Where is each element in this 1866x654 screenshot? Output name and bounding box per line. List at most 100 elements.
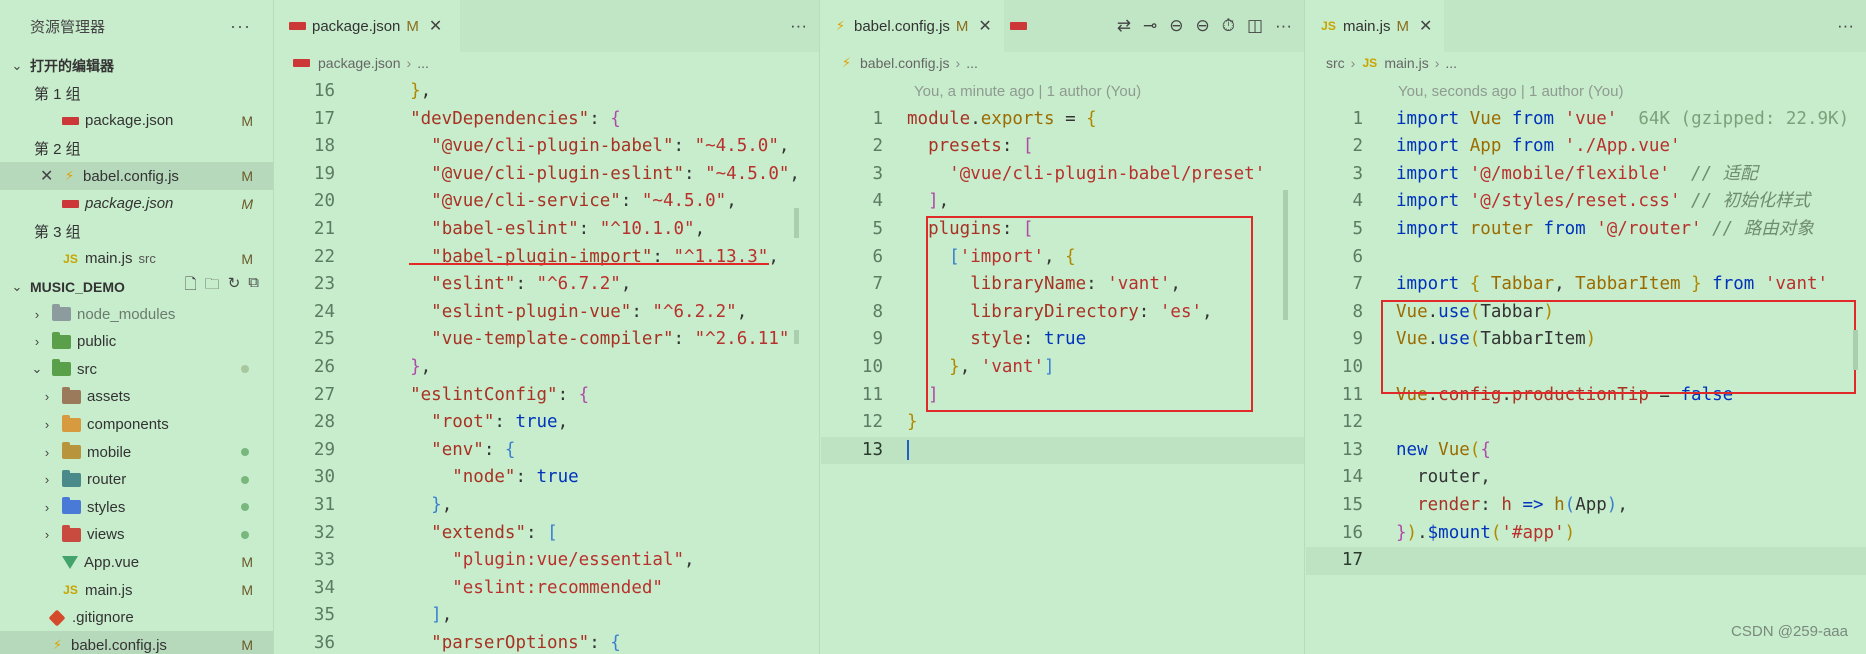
breadcrumb: ⚡ babel.config.js › ... bbox=[821, 52, 1304, 74]
tab-bar: JS main.js M ✕ ··· bbox=[1306, 0, 1866, 52]
project-header[interactable]: ⌄ MUSIC_DEMO 🗋 🗀 ↻ ⧉ bbox=[0, 273, 273, 301]
code-line: 33 "plugin:vue/essential", bbox=[313, 550, 695, 571]
open-editor-package-json[interactable]: package.json M bbox=[0, 107, 273, 135]
tree-item-gitignore[interactable]: .gitignore bbox=[0, 604, 273, 632]
tab-babel-config[interactable]: ⚡ babel.config.js M ✕ bbox=[821, 0, 1004, 52]
code-line: 16 }, bbox=[313, 81, 432, 101]
code-line: 8 Vue.use(Tabbar) bbox=[1352, 301, 1555, 322]
code-line: 31 }, bbox=[313, 494, 453, 515]
change-dot bbox=[241, 475, 249, 484]
close-icon[interactable]: ✕ bbox=[40, 166, 62, 186]
tree-item-node-modules[interactable]: › node_modules bbox=[0, 300, 273, 328]
scrollbar[interactable] bbox=[1853, 330, 1858, 370]
explorer-more-icon[interactable]: ··· bbox=[230, 16, 251, 37]
new-file-icon[interactable]: 🗋 bbox=[185, 274, 197, 299]
npm-icon bbox=[289, 22, 306, 30]
code-line: 32 "extends": [ bbox=[313, 522, 558, 543]
code-line: 10 bbox=[1341, 356, 1363, 377]
explorer-title: 资源管理器 bbox=[30, 18, 106, 36]
refresh-icon[interactable]: ↻ bbox=[228, 274, 241, 299]
js-icon: JS bbox=[1362, 56, 1378, 70]
babel-icon: ⚡ bbox=[841, 55, 852, 70]
code-line: 28 "root": true, bbox=[313, 412, 569, 433]
tree-item-components[interactable]: › components bbox=[0, 411, 273, 439]
tree-item-router[interactable]: › router bbox=[0, 466, 273, 494]
compare-changes-icon[interactable]: ⇄ bbox=[1117, 16, 1131, 36]
open-editor-babel-config[interactable]: ✕ ⚡ babel.config.js M bbox=[0, 162, 273, 190]
import-cost-hint: 64K (gzipped: 22.9K) bbox=[1638, 108, 1850, 129]
tree-item-src[interactable]: ⌄ src bbox=[0, 356, 273, 384]
close-icon[interactable]: ✕ bbox=[978, 16, 991, 36]
code-line: 19 "@vue/cli-plugin-eslint": "~4.5.0", bbox=[313, 163, 800, 184]
code-editor[interactable]: You, seconds ago | 1 author (You) 1 impor… bbox=[1306, 78, 1866, 575]
codelens-blame[interactable]: You, a minute ago | 1 author (You) bbox=[821, 78, 1304, 106]
project-title: MUSIC_DEMO bbox=[30, 278, 125, 295]
js-icon: JS bbox=[63, 583, 78, 598]
close-icon[interactable]: ✕ bbox=[429, 16, 442, 36]
previous-change-icon[interactable]: ⊖ bbox=[1169, 16, 1183, 36]
tab-overflow[interactable] bbox=[1004, 0, 1039, 52]
scrollbar-marker bbox=[794, 330, 799, 344]
scrollbar[interactable] bbox=[794, 208, 799, 238]
code-line-highlighted: 22 "babel-plugin-import": "^1.13.3", bbox=[313, 246, 779, 267]
tab-package-json[interactable]: package.json M ✕ bbox=[275, 0, 460, 52]
open-editor-main-js[interactable]: JS main.js src M bbox=[0, 245, 273, 273]
npm-icon bbox=[293, 59, 310, 67]
modified-badge: M bbox=[241, 168, 253, 185]
open-editor-package-json-preview[interactable]: package.json M bbox=[0, 190, 273, 218]
tree-item-assets[interactable]: › assets bbox=[0, 383, 273, 411]
chevron-down-icon: ⌄ bbox=[11, 278, 23, 294]
tree-item-app-vue[interactable]: App.vue M bbox=[0, 549, 273, 577]
collapse-all-icon[interactable]: ⧉ bbox=[248, 274, 259, 299]
code-line-current: 13​ bbox=[821, 436, 1304, 465]
codelens-blame[interactable]: You, seconds ago | 1 author (You) bbox=[1306, 78, 1866, 106]
code-line: 26 }, bbox=[313, 356, 432, 377]
next-change-icon[interactable]: ⊖ bbox=[1195, 16, 1209, 36]
code-line: 35 ], bbox=[313, 605, 453, 626]
babel-icon: ⚡ bbox=[64, 168, 75, 184]
tab-actions: ⇄ ⊸ ⊖ ⊖ ⏱ ◫ ··· bbox=[1117, 0, 1292, 52]
tree-item-main-js[interactable]: JS main.js M bbox=[0, 576, 273, 604]
code-line: 10 }, 'vant'] bbox=[861, 356, 1055, 377]
timeline-icon[interactable]: ⏱ bbox=[1222, 16, 1235, 36]
editor-group-2: ⚡ babel.config.js M ✕ ⇄ ⊸ ⊖ ⊖ ⏱ ◫ ··· ⚡ … bbox=[821, 0, 1305, 654]
tree-item-babel-config[interactable]: ⚡ babel.config.js M bbox=[0, 631, 273, 654]
explorer-header: 资源管理器 ··· bbox=[0, 0, 273, 52]
open-editors-header[interactable]: ⌄ 打开的编辑器 bbox=[0, 52, 273, 80]
tree-item-views[interactable]: › views bbox=[0, 521, 273, 549]
tree-item-public[interactable]: › public bbox=[0, 328, 273, 356]
more-actions-icon[interactable]: ··· bbox=[790, 16, 807, 36]
explorer-sidebar: 资源管理器 ··· ⌄ 打开的编辑器 第 1 组 package.json M … bbox=[0, 0, 274, 654]
git-icon bbox=[48, 609, 66, 627]
project-actions: 🗋 🗀 ↻ ⧉ bbox=[185, 274, 259, 299]
code-editor[interactable]: 16 }, 17 "devDependencies": { 18 "@vue/c… bbox=[275, 78, 819, 654]
tree-item-mobile[interactable]: › mobile bbox=[0, 438, 273, 466]
babel-icon: ⚡ bbox=[52, 637, 63, 653]
folder-icon bbox=[62, 524, 81, 542]
more-actions-icon[interactable]: ··· bbox=[1837, 16, 1854, 36]
code-line: 3 '@vue/cli-plugin-babel/preset' bbox=[872, 163, 1266, 184]
new-folder-icon[interactable]: 🗀 bbox=[205, 274, 220, 299]
more-actions-icon[interactable]: ··· bbox=[1275, 16, 1292, 36]
code-line: 11 Vue.config.productionTip = false bbox=[1341, 384, 1734, 405]
modified-badge: M bbox=[241, 554, 253, 571]
tab-actions: ··· bbox=[790, 0, 807, 52]
tab-main-js[interactable]: JS main.js M ✕ bbox=[1306, 0, 1445, 52]
babel-icon: ⚡ bbox=[835, 18, 846, 33]
chevron-right-icon: › bbox=[44, 417, 50, 433]
code-line: 5 import router from '@/router' // 路由对象 bbox=[1352, 218, 1814, 239]
code-line: 24 "eslint-plugin-vue": "^6.2.2", bbox=[313, 301, 748, 322]
tree-item-styles[interactable]: › styles bbox=[0, 494, 273, 522]
code-line: 12 bbox=[1341, 412, 1363, 433]
folder-icon bbox=[52, 359, 71, 377]
code-line: 20 "@vue/cli-service": "~4.5.0", bbox=[313, 191, 737, 212]
code-line: 7 import { Tabbar, TabbarItem } from 'van… bbox=[1352, 274, 1829, 295]
change-dot bbox=[241, 448, 249, 457]
scrollbar[interactable] bbox=[1283, 190, 1288, 320]
git-commit-icon[interactable]: ⊸ bbox=[1143, 16, 1157, 36]
code-line: 3 import '@/mobile/flexible' // 适配 bbox=[1352, 163, 1758, 184]
split-editor-icon[interactable]: ◫ bbox=[1247, 16, 1263, 36]
code-editor[interactable]: You, a minute ago | 1 author (You) 1 modu… bbox=[821, 78, 1304, 465]
editor-group-1: package.json M ✕ ··· package.json › ... … bbox=[275, 0, 820, 654]
close-icon[interactable]: ✕ bbox=[1419, 16, 1432, 36]
